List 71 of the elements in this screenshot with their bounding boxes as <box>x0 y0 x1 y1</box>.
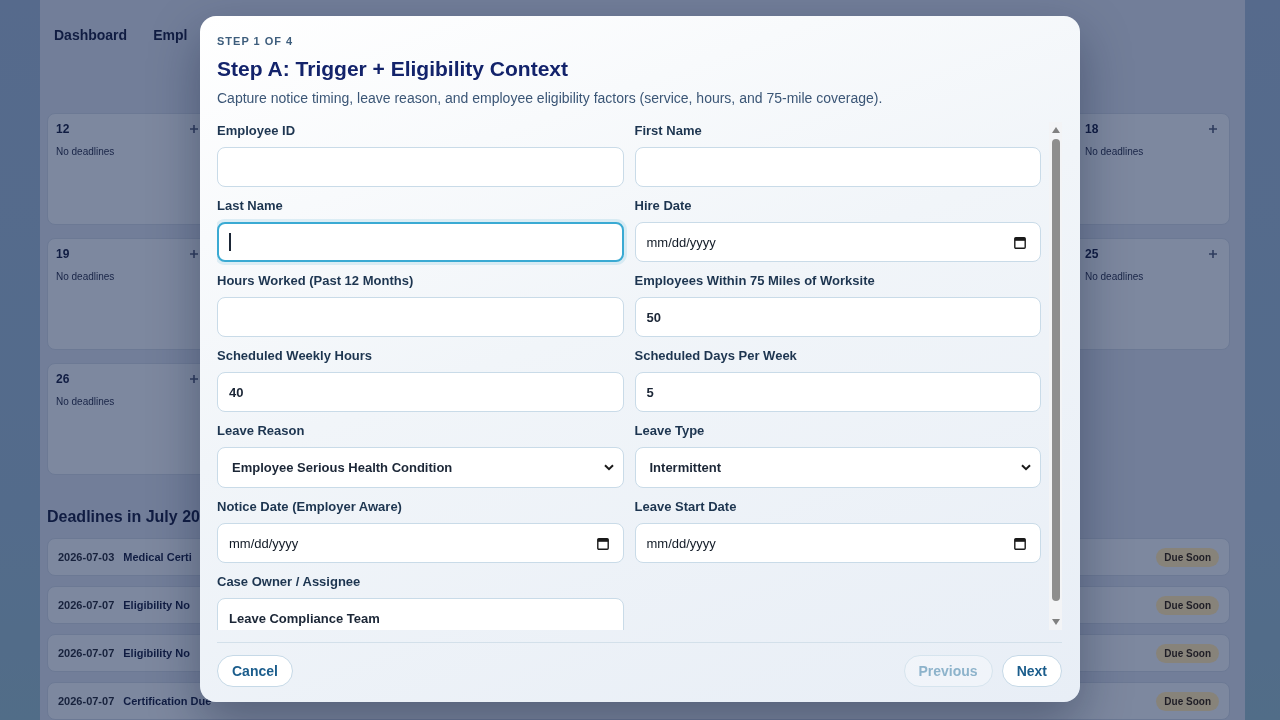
day-number: 19 <box>56 247 70 261</box>
field-label: Scheduled Days Per Week <box>634 348 798 364</box>
plus-icon[interactable] <box>190 250 198 258</box>
field-label: Leave Start Date <box>634 499 738 515</box>
text-field[interactable] <box>217 147 624 187</box>
text-cursor-icon <box>229 233 231 251</box>
calendar-icon[interactable] <box>1014 536 1026 550</box>
scrollbar-thumb[interactable] <box>1051 139 1060 601</box>
date-field[interactable]: mm/dd/yyyy <box>634 523 1041 563</box>
day-number: 12 <box>56 122 70 136</box>
chevron-down-icon <box>603 464 614 471</box>
dialog-title: Step A: Trigger + Eligibility Context <box>217 56 569 82</box>
field-label: Case Owner / Assignee <box>217 574 362 590</box>
deadline-date: 2026-07-07 <box>58 647 115 659</box>
scroll-down-icon[interactable] <box>1051 619 1060 625</box>
text-field[interactable] <box>217 297 624 337</box>
status-badge: Due Soon <box>1156 547 1219 567</box>
nav-tab[interactable]: Dashboard <box>54 26 134 43</box>
text-field[interactable]: Leave Compliance Team <box>217 598 624 630</box>
scrollbar[interactable] <box>1049 122 1062 630</box>
day-note: No deadlines <box>1085 146 1145 157</box>
section-heading: Deadlines in July 20 <box>47 507 200 527</box>
field-label: First Name <box>634 123 703 139</box>
status-badge: Due Soon <box>1156 691 1219 711</box>
day-number: 25 <box>1085 247 1099 261</box>
text-field[interactable] <box>634 147 1041 187</box>
field-label: Hire Date <box>634 198 693 214</box>
text-field[interactable]: 5 <box>634 372 1041 412</box>
plus-icon[interactable] <box>1209 250 1217 258</box>
plus-icon[interactable] <box>1209 125 1217 133</box>
day-note: No deadlines <box>56 146 116 157</box>
field-label: Scheduled Weekly Hours <box>217 348 374 364</box>
status-badge: Due Soon <box>1156 643 1219 663</box>
field-label: Last Name <box>217 198 284 214</box>
plus-icon[interactable] <box>190 375 198 383</box>
cancel-button[interactable]: Cancel <box>217 655 293 687</box>
deadline-date: 2026-07-03 <box>58 551 115 563</box>
status-badge: Due Soon <box>1156 595 1219 615</box>
calendar-icon[interactable] <box>596 536 609 550</box>
next-button[interactable]: Next <box>1001 655 1062 687</box>
date-field[interactable]: mm/dd/yyyy <box>634 222 1041 262</box>
day-number: 18 <box>1085 122 1099 136</box>
calendar-icon[interactable] <box>1014 235 1026 249</box>
date-field[interactable]: mm/dd/yyyy <box>217 523 624 563</box>
deadline-title: Eligibility No <box>123 599 190 611</box>
deadline-date: 2026-07-07 <box>58 599 115 611</box>
text-field[interactable]: 50 <box>634 297 1041 337</box>
field-label: Leave Type <box>634 423 706 439</box>
day-note: No deadlines <box>56 271 116 282</box>
select-field[interactable]: Intermittent <box>634 447 1041 488</box>
deadline-title: Eligibility No <box>123 647 190 659</box>
day-note: No deadlines <box>1085 271 1145 282</box>
text-field[interactable]: 40 <box>217 372 624 412</box>
deadline-title: Certification Due <box>123 695 212 707</box>
step-indicator: STEP 1 OF 4 <box>217 34 295 48</box>
nav-tab[interactable]: Empl <box>153 26 194 43</box>
field-label: Notice Date (Employer Aware) <box>217 499 403 515</box>
field-label: Hours Worked (Past 12 Months) <box>217 273 415 289</box>
field-label: Employees Within 75 Miles of Worksite <box>634 273 876 289</box>
text-field[interactable] <box>217 222 624 262</box>
chevron-down-icon <box>1021 464 1031 471</box>
deadline-title: Medical Certi <box>123 551 192 563</box>
day-note: No deadlines <box>56 396 116 407</box>
day-number: 26 <box>56 372 70 386</box>
deadline-date: 2026-07-07 <box>58 695 115 707</box>
field-label: Employee ID <box>217 123 297 139</box>
plus-icon[interactable] <box>190 125 198 133</box>
field-label: Leave Reason <box>217 423 306 439</box>
scroll-up-icon[interactable] <box>1051 127 1060 133</box>
dialog-description: Capture notice timing, leave reason, and employee eligibility factors (service, hours, and 75-mile coverage). <box>217 89 884 108</box>
select-field[interactable]: Employee Serious Health Condition <box>217 447 624 488</box>
